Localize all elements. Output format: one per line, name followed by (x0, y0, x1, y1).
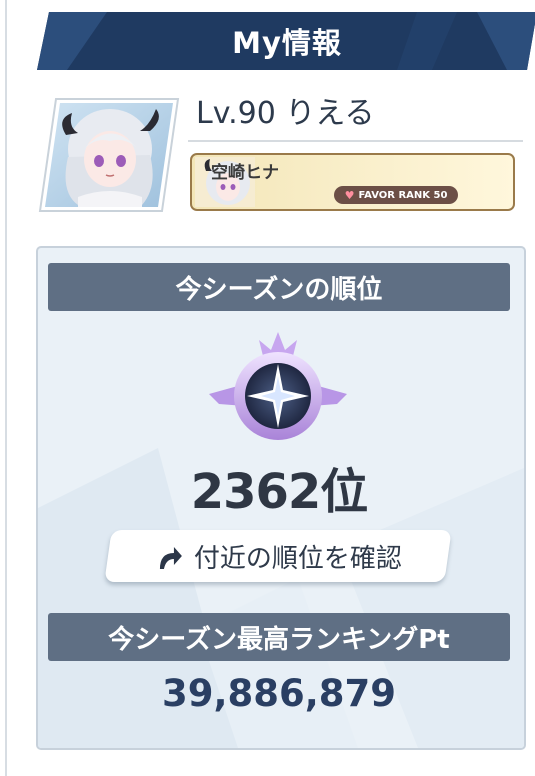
player-name: Lv.90 りえる (196, 96, 375, 131)
heart-icon: ♥ (344, 188, 355, 202)
rank-value: 2362位 (190, 464, 369, 520)
check-nearby-rank-label: 付近の順位を確認 (193, 543, 402, 574)
check-nearby-rank-button[interactable]: 付近の順位を確認 (104, 530, 452, 582)
favor-rank-badge: ♥ FAVOR RANK 50 (334, 186, 458, 204)
best-points-heading: 今シーズン最高ランキングPt (108, 624, 450, 655)
rank-heading-bar: 今シーズンの順位 (48, 263, 510, 311)
name-divider (188, 140, 523, 142)
best-points-heading-bar: 今シーズン最高ランキングPt (48, 613, 510, 661)
my-info-header: My情報 (37, 12, 535, 70)
rank-emblem-icon (205, 332, 351, 448)
favor-rank-label: FAVOR RANK 50 (358, 189, 448, 201)
character-portrait[interactable] (38, 97, 180, 213)
rank-heading: 今シーズンの順位 (175, 274, 383, 305)
curved-arrow-icon (159, 546, 182, 568)
header-title: My情報 (232, 26, 342, 60)
best-ranking-points: 39,886,879 (161, 672, 397, 715)
student-name: 空崎ヒナ (211, 163, 279, 183)
